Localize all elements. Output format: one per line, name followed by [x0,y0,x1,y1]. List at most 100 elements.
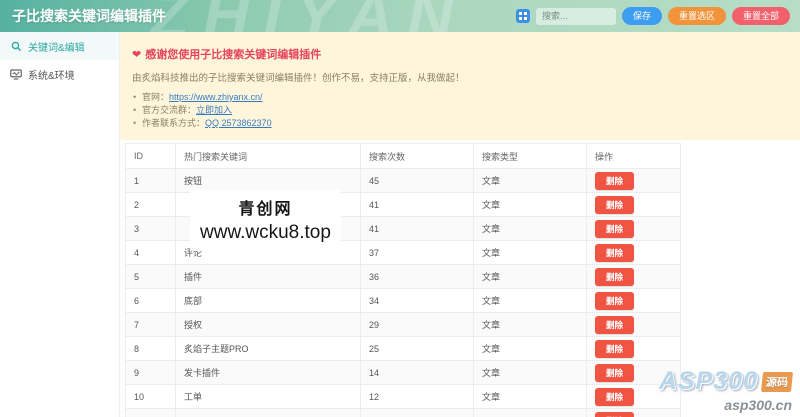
table-row: 4 评论 37 文章 删除 [125,240,681,265]
cell-actions: 删除 [586,216,681,241]
cell-count: 12 [360,384,474,409]
search-icon [10,40,22,52]
column-header-count: 搜索次数 [360,143,474,169]
notice-item-label: 官方交流群： [142,105,197,115]
sidebar-item-label: 关键词&编辑 [28,42,85,54]
website-link[interactable]: https://www.zhiyanx.cn/ [169,92,263,102]
cell-type [473,408,587,417]
cell-id: 10 [125,384,176,409]
cell-keyword: 评论 [175,240,361,265]
heart-icon: ❤ [132,49,142,61]
table-row: 1 按钮 45 文章 删除 [125,168,681,193]
header-toolbar: 保存 重置选区 重置全部 [515,7,790,25]
delete-button[interactable]: 删除 [595,291,635,310]
cell-id: 7 [125,312,176,337]
join-group-link[interactable]: 立即加入 [196,105,232,115]
column-header-keyword: 热门搜索关键词 [175,143,361,169]
table-row: 8 炙焰子主题PRO 25 文章 删除 [125,336,681,361]
table-row: 3 41 文章 删除 [125,216,681,241]
cell-actions: 删除 [586,168,681,193]
notice-item-label: 作者联系方式： [142,118,206,128]
cell-id: 8 [125,336,176,361]
cell-actions: 删除 [586,240,681,265]
cell-keyword: 炙焰子主题PRO [175,336,361,361]
table-row: 2 41 文章 删除 [125,192,681,217]
cell-type: 文章 [473,192,587,217]
delete-button[interactable]: 删除 [595,315,635,334]
sidebar-item-label: 系统&环境 [28,70,75,82]
cell-count: 41 [360,216,474,241]
header-bar: ZHIYAN 子比搜索关键词编辑插件 保存 重置选区 重置全部 [0,0,800,32]
cell-actions: 删除 [586,288,681,313]
notice-heading: ❤ 感谢您使用子比搜索关键词编辑插件 [132,46,784,62]
save-button[interactable]: 保存 [621,7,662,25]
cell-type: 文章 [473,336,587,361]
notice-list: 官网：https://www.zhiyanx.cn/ 官方交流群：立即加入 作者… [132,91,784,130]
sidebar-item-keywords[interactable]: 关键词&编辑 [0,32,119,60]
table-header-row: ID 热门搜索关键词 搜索次数 搜索类型 操作 [125,143,681,169]
cell-keyword [175,192,361,217]
cell-id: 4 [125,240,176,265]
notice-item-contact: 作者联系方式：QQ 2573862370 [132,117,784,130]
cell-count: 25 [360,336,474,361]
delete-button[interactable]: 删除 [595,411,635,417]
table-row: 9 发卡插件 14 文章 删除 [125,360,681,385]
cell-actions: 删除 [586,264,681,289]
cell-type: 文章 [473,312,587,337]
cell-id: 1 [125,168,176,193]
delete-button[interactable]: 删除 [595,219,635,238]
table-row: 7 授权 29 文章 删除 [125,312,681,337]
delete-button[interactable]: 删除 [595,243,635,262]
cell-type: 文章 [473,384,587,409]
delete-button[interactable]: 删除 [595,339,635,358]
cell-keyword: 按钮 [175,168,361,193]
apps-icon[interactable] [515,9,530,23]
cell-type: 文章 [473,216,587,241]
cell-type: 文章 [473,360,587,385]
sidebar-item-system[interactable]: 系统&环境 [0,60,119,88]
delete-button[interactable]: 删除 [595,195,635,214]
delete-button[interactable]: 删除 [595,171,635,190]
search-input[interactable] [535,7,616,25]
delete-button[interactable]: 删除 [595,363,635,382]
monitor-icon [10,68,22,80]
cell-type: 文章 [473,288,587,313]
qq-contact-link[interactable]: QQ 2573862370 [205,118,272,128]
cell-keyword: 插件 [175,264,361,289]
delete-button[interactable]: 删除 [595,267,635,286]
cell-count: 41 [360,192,474,217]
cell-keyword [175,408,361,417]
cell-count [360,408,474,417]
cell-actions: 删除 [586,384,681,409]
cell-id: 2 [125,192,176,217]
cell-keyword: 底部 [175,288,361,313]
column-header-type: 搜索类型 [473,143,587,169]
table-row: 5 插件 36 文章 删除 [125,264,681,289]
notice-item-website: 官网：https://www.zhiyanx.cn/ [132,91,784,104]
cell-type: 文章 [473,240,587,265]
cell-actions: 删除 [586,408,681,417]
cell-count: 14 [360,360,474,385]
app-window: ZHIYAN 子比搜索关键词编辑插件 保存 重置选区 重置全部 [0,0,800,417]
notice-item-group: 官方交流群：立即加入 [132,104,784,117]
cell-id: 11 [125,408,176,417]
column-header-actions: 操作 [586,143,681,169]
keyword-table-wrap: ID 热门搜索关键词 搜索次数 搜索类型 操作 1 按钮 45 文章 删除 2 … [120,140,800,417]
table-row: 10 工单 12 文章 删除 [125,384,681,409]
sidebar: 关键词&编辑 系统&环境 [0,32,120,417]
reset-all-button[interactable]: 重置全部 [731,7,790,25]
cell-count: 36 [360,264,474,289]
cell-actions: 删除 [586,336,681,361]
welcome-notice: ❤ 感谢您使用子比搜索关键词编辑插件 由炙焰科技推出的子比搜索关键词编辑插件！创作… [120,32,800,140]
cell-actions: 删除 [586,312,681,337]
cell-id: 3 [125,216,176,241]
delete-button[interactable]: 删除 [595,387,635,406]
page-title: 子比搜索关键词编辑插件 [12,8,166,24]
cell-actions: 删除 [586,192,681,217]
cell-count: 45 [360,168,474,193]
table-row: 11 删除 [125,408,681,417]
cell-keyword: 发卡插件 [175,360,361,385]
column-header-id: ID [125,143,176,169]
notice-heading-text: 感谢您使用子比搜索关键词编辑插件 [145,49,322,61]
reset-selection-button[interactable]: 重置选区 [667,7,726,25]
